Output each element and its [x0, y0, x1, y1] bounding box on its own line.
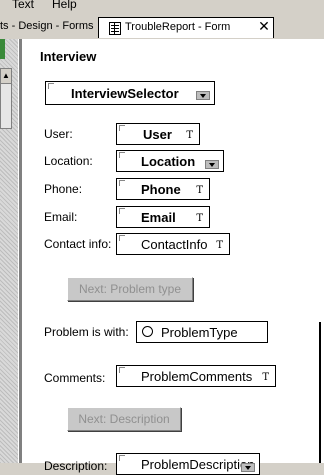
menu-bar: Text Help [0, 0, 324, 13]
user-field-value: User [143, 127, 172, 142]
chevron-down-icon[interactable] [205, 160, 219, 169]
text-field-icon: T [196, 213, 203, 224]
text-field-icon: T [196, 185, 203, 196]
contact-info-field-value: ContactInfo [141, 237, 208, 252]
problem-is-with-label: Problem is with: [44, 325, 129, 339]
tab-bar: ts - Design - Forms TroubleReport - Form… [0, 13, 324, 39]
radio-icon [142, 326, 153, 337]
contact-info-field[interactable]: ContactInfo T [116, 233, 230, 255]
form-canvas: Interview InterviewSelector User: User T… [22, 39, 324, 475]
left-panel: ▲ [0, 39, 18, 463]
tab-trouble-report-form[interactable]: TroubleReport - Form ✕ [98, 17, 274, 38]
menu-text[interactable]: Text [12, 0, 34, 11]
phone-field[interactable]: Phone T [116, 178, 210, 200]
interview-selector-label: InterviewSelector [71, 86, 179, 101]
description-label: Description: [44, 459, 108, 473]
location-label: Location: [44, 154, 93, 168]
location-field-value: Location [141, 154, 196, 169]
comments-label: Comments: [44, 371, 106, 385]
description-field[interactable]: ProblemDescription [116, 453, 260, 475]
next-description-button[interactable]: Next: Description [67, 407, 181, 431]
section-border [319, 322, 321, 463]
text-field-icon: T [186, 130, 193, 141]
close-icon[interactable]: ✕ [257, 20, 271, 34]
user-label: User: [44, 127, 73, 141]
email-field-value: Email [141, 210, 176, 225]
contact-info-label: Contact info: [44, 237, 112, 251]
problem-type-field-value: ProblemType [161, 325, 238, 340]
location-field[interactable]: Location [116, 150, 224, 172]
chevron-down-icon[interactable] [196, 91, 210, 100]
tab-design-forms[interactable]: ts - Design - Forms [0, 20, 94, 32]
phone-field-value: Phone [141, 182, 181, 197]
tab-label: TroubleReport - Form [125, 21, 231, 33]
interview-selector[interactable]: InterviewSelector [45, 81, 215, 105]
form-icon [109, 22, 121, 35]
email-field[interactable]: Email T [116, 206, 210, 228]
chevron-down-icon[interactable] [241, 463, 255, 472]
email-label: Email: [44, 210, 78, 224]
user-field[interactable]: User T [116, 123, 200, 145]
text-field-icon: T [262, 372, 269, 383]
scrollbar[interactable] [0, 84, 12, 129]
description-field-value: ProblemDescription [141, 457, 255, 472]
menu-help[interactable]: Help [52, 0, 77, 11]
panel-accent [0, 39, 5, 59]
scroll-up-icon[interactable]: ▲ [0, 68, 12, 84]
phone-label: Phone: [44, 182, 83, 196]
text-field-icon: T [216, 240, 223, 251]
form-title: Interview [40, 49, 97, 64]
comments-field-value: ProblemComments [141, 369, 253, 384]
problem-type-field[interactable]: ProblemType [136, 321, 268, 343]
comments-field[interactable]: ProblemComments T [116, 365, 276, 387]
next-problem-type-button[interactable]: Next: Problem type [67, 277, 193, 301]
